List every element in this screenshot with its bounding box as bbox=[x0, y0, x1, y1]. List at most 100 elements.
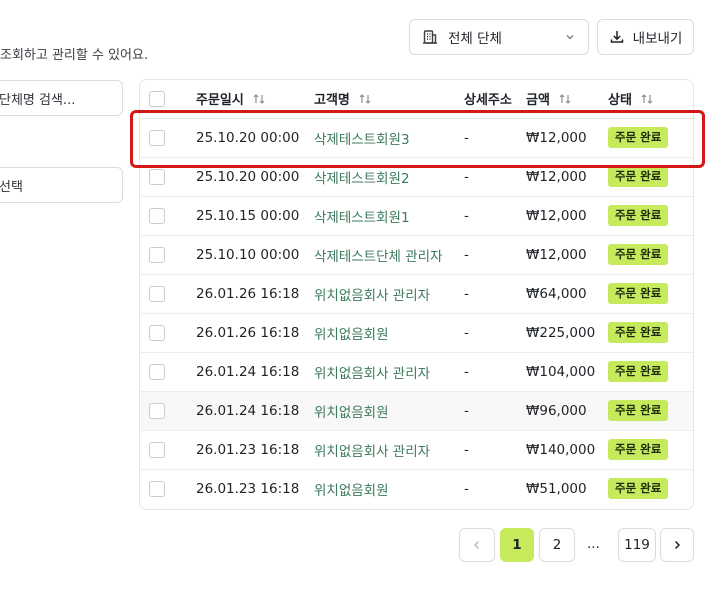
order-date: 26.01.23 16:18 bbox=[196, 480, 300, 497]
column-header-customer[interactable]: 고객명 bbox=[304, 80, 454, 119]
order-date: 26.01.26 16:18 bbox=[186, 274, 304, 314]
order-amount: ₩51,000 bbox=[526, 480, 587, 497]
table-row[interactable]: 26.01.26 16:18 위치없음회사 관리자 - ₩64,000 주문 완… bbox=[140, 274, 693, 314]
sort-arrows-icon[interactable] bbox=[640, 92, 654, 106]
page-subtitle: 조회하고 관리할 수 있어요. bbox=[0, 48, 149, 63]
table-row[interactable]: 26.01.24 16:18 위치없음회원 - ₩96,000 주문 완료 bbox=[140, 391, 693, 431]
detail-address: - bbox=[464, 480, 469, 497]
status-badge: 주문 완료 bbox=[608, 361, 669, 382]
order-date: 25.10.20 00:00 bbox=[186, 118, 304, 158]
header-checkbox-cell bbox=[140, 80, 186, 119]
column-header-status[interactable]: 상태 bbox=[606, 80, 693, 119]
table-row[interactable]: 26.01.23 16:18 위치없음회사 관리자 - ₩140,000 주문 … bbox=[140, 430, 693, 470]
column-header-address: 상세주소 bbox=[454, 80, 520, 119]
status-badge: 주문 완료 bbox=[608, 400, 669, 421]
chevron-down-icon bbox=[566, 35, 574, 40]
order-amount: ₩12,000 bbox=[520, 118, 606, 158]
pagination-page-2[interactable]: 2 bbox=[539, 528, 575, 562]
pagination-page-last[interactable]: 119 bbox=[618, 528, 656, 562]
detail-address: - bbox=[454, 235, 520, 275]
detail-address: - bbox=[454, 196, 520, 236]
order-amount: ₩12,000 bbox=[520, 235, 606, 275]
order-date: 26.01.24 16:18 bbox=[186, 352, 304, 392]
order-date: 25.10.10 00:00 bbox=[186, 235, 304, 275]
customer-name-link[interactable]: 위치없음회원 bbox=[314, 327, 389, 343]
order-amount: ₩12,000 bbox=[520, 157, 606, 197]
pagination-ellipsis: ... bbox=[587, 536, 600, 552]
row-checkbox[interactable] bbox=[149, 168, 165, 185]
table-row[interactable]: 26.01.24 16:18 위치없음회사 관리자 - ₩104,000 주문 … bbox=[140, 352, 693, 392]
row-checkbox[interactable] bbox=[149, 285, 165, 302]
detail-address: - bbox=[454, 157, 520, 197]
detail-address: - bbox=[454, 313, 520, 353]
customer-name-link[interactable]: 위치없음회사 관리자 bbox=[314, 288, 430, 304]
column-header-date[interactable]: 주문일시 bbox=[186, 80, 304, 119]
table-row[interactable]: 26.01.23 16:18 위치없음회원 - ₩51,000 주문 완료 bbox=[140, 469, 693, 508]
detail-address: - bbox=[454, 118, 520, 158]
group-filter-dropdown[interactable]: 전체 단체 bbox=[409, 19, 589, 55]
order-amount: ₩225,000 bbox=[520, 313, 606, 353]
orders-table: 주문일시 고객명 상세주소 금액 상태 25.10.20 00:00 삭제테스트… bbox=[139, 79, 694, 510]
chevron-left-icon bbox=[473, 540, 480, 550]
pagination-page-1[interactable]: 1 bbox=[500, 528, 534, 562]
customer-name-link[interactable]: 삭제테스트회원3 bbox=[314, 132, 410, 148]
customer-name-link[interactable]: 위치없음회사 관리자 bbox=[314, 444, 430, 460]
detail-address: - bbox=[454, 430, 520, 470]
order-date: 26.01.24 16:18 bbox=[186, 391, 304, 431]
export-label: 내보내기 bbox=[632, 31, 683, 47]
sort-arrows-icon[interactable] bbox=[252, 92, 266, 106]
row-checkbox[interactable] bbox=[149, 246, 165, 263]
sort-arrows-icon[interactable] bbox=[558, 92, 572, 106]
status-badge: 주문 완료 bbox=[608, 439, 669, 460]
group-search-input[interactable]: 단체명 검색... bbox=[0, 80, 123, 116]
row-checkbox[interactable] bbox=[149, 207, 165, 224]
building-icon bbox=[423, 30, 437, 44]
table-header-row: 주문일시 고객명 상세주소 금액 상태 bbox=[140, 80, 693, 119]
order-date: 25.10.20 00:00 bbox=[186, 157, 304, 197]
customer-name-link[interactable]: 삭제테스트회원1 bbox=[314, 210, 410, 226]
order-amount: ₩140,000 bbox=[520, 430, 606, 470]
customer-name-link[interactable]: 위치없음회사 관리자 bbox=[314, 366, 430, 382]
status-badge: 주문 완료 bbox=[608, 283, 669, 304]
sidebar-select[interactable]: 선택 bbox=[0, 167, 123, 203]
order-amount: ₩12,000 bbox=[520, 196, 606, 236]
order-date: 26.01.26 16:18 bbox=[186, 313, 304, 353]
status-badge: 주문 완료 bbox=[608, 127, 669, 148]
pagination-prev-button[interactable] bbox=[459, 528, 495, 562]
table-row[interactable]: 25.10.20 00:00 삭제테스트회원3 - ₩12,000 주문 완료 bbox=[140, 118, 693, 158]
detail-address: - bbox=[454, 352, 520, 392]
export-button[interactable]: 내보내기 bbox=[597, 19, 694, 55]
row-checkbox[interactable] bbox=[149, 402, 165, 419]
order-amount: ₩96,000 bbox=[520, 391, 606, 431]
row-checkbox[interactable] bbox=[149, 324, 165, 341]
detail-address: - bbox=[454, 391, 520, 431]
status-badge: 주문 완료 bbox=[608, 166, 669, 187]
column-header-amount[interactable]: 금액 bbox=[520, 80, 606, 119]
download-icon bbox=[610, 31, 623, 43]
group-filter-label: 전체 단체 bbox=[448, 31, 502, 47]
pagination-next-button[interactable] bbox=[660, 528, 694, 562]
row-checkbox[interactable] bbox=[149, 129, 165, 146]
order-amount: ₩64,000 bbox=[520, 274, 606, 314]
customer-name-link[interactable]: 위치없음회원 bbox=[314, 483, 389, 499]
chevron-right-icon bbox=[674, 540, 681, 550]
table-row[interactable]: 25.10.20 00:00 삭제테스트회원2 - ₩12,000 주문 완료 bbox=[140, 157, 693, 197]
customer-name-link[interactable]: 삭제테스트회원2 bbox=[314, 171, 410, 187]
sort-arrows-icon[interactable] bbox=[358, 92, 372, 106]
status-badge: 주문 완료 bbox=[608, 244, 669, 265]
order-amount: ₩104,000 bbox=[520, 352, 606, 392]
status-badge: 주문 완료 bbox=[608, 322, 669, 343]
table-row[interactable]: 25.10.15 00:00 삭제테스트회원1 - ₩12,000 주문 완료 bbox=[140, 196, 693, 236]
customer-name-link[interactable]: 위치없음회원 bbox=[314, 405, 389, 421]
detail-address: - bbox=[454, 274, 520, 314]
table-row[interactable]: 26.01.26 16:18 위치없음회원 - ₩225,000 주문 완료 bbox=[140, 313, 693, 353]
row-checkbox[interactable] bbox=[149, 441, 165, 458]
row-checkbox[interactable] bbox=[149, 480, 165, 497]
customer-name-link[interactable]: 삭제테스트단체 관리자 bbox=[314, 249, 443, 265]
order-date: 26.01.23 16:18 bbox=[186, 430, 304, 470]
select-all-checkbox[interactable] bbox=[149, 90, 165, 107]
status-badge: 주문 완료 bbox=[608, 478, 669, 500]
row-checkbox[interactable] bbox=[149, 363, 165, 380]
order-date: 25.10.15 00:00 bbox=[186, 196, 304, 236]
table-row[interactable]: 25.10.10 00:00 삭제테스트단체 관리자 - ₩12,000 주문 … bbox=[140, 235, 693, 275]
